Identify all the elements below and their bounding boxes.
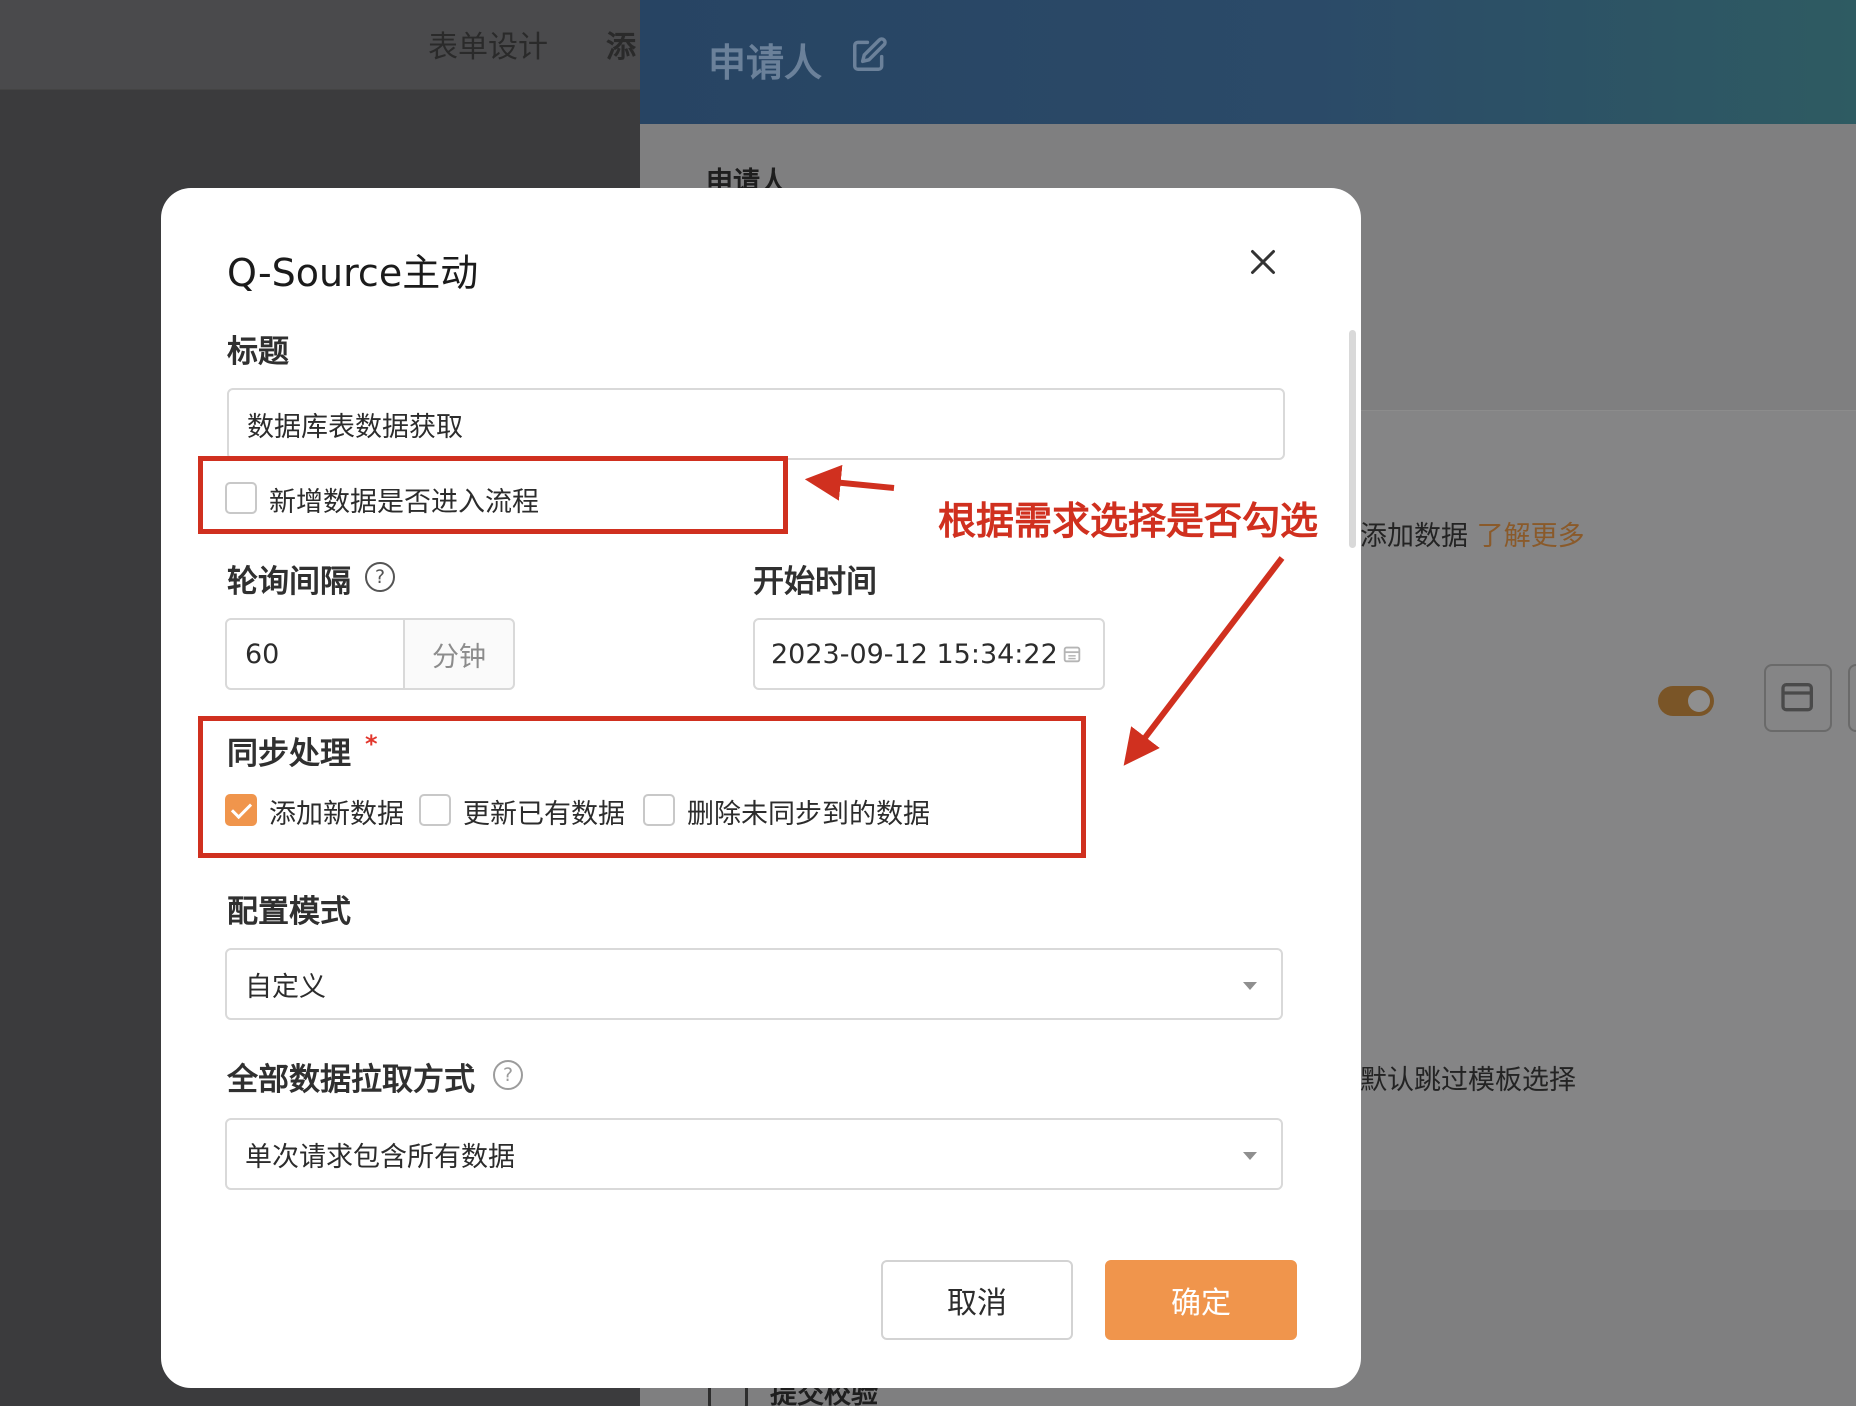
annotation-box-sync xyxy=(198,716,1086,858)
panel-title: 申请人 xyxy=(708,41,823,85)
chevron-down-icon xyxy=(1243,982,1257,990)
cancel-button-label: 取消 xyxy=(947,1286,1007,1321)
fetch-mode-select[interactable]: 单次请求包含所有数据 xyxy=(225,1118,1283,1190)
fetch-mode-label: 全部数据拉取方式 xyxy=(227,1062,475,1098)
poll-unit-label: 分钟 xyxy=(432,641,486,673)
calendar-icon[interactable] xyxy=(1061,643,1083,665)
panel-toggle[interactable] xyxy=(1658,686,1714,716)
panel-template-button[interactable] xyxy=(1764,664,1832,732)
chevron-down-icon xyxy=(1243,1152,1257,1160)
poll-interval-label: 轮询间隔 xyxy=(227,564,351,600)
panel-header: 申请人 xyxy=(640,0,1856,124)
confirm-button-label: 确定 xyxy=(1171,1286,1231,1321)
start-time-label: 开始时间 xyxy=(753,564,877,600)
learn-more-link[interactable]: 了解更多 xyxy=(1477,521,1585,552)
template-icon xyxy=(1781,683,1813,712)
cancel-button[interactable]: 取消 xyxy=(881,1260,1073,1340)
title-input-value: 数据库表数据获取 xyxy=(247,411,463,443)
close-icon[interactable] xyxy=(1245,244,1281,280)
poll-help-icon[interactable]: ? xyxy=(365,562,395,592)
mode-select[interactable]: 自定义 xyxy=(225,948,1283,1020)
confirm-button[interactable]: 确定 xyxy=(1105,1260,1297,1340)
background-topbar: 表单设计 添 xyxy=(0,0,640,90)
dialog-title: Q-Source主动 xyxy=(227,251,479,295)
poll-help-glyph: ? xyxy=(374,566,386,588)
panel-more-button[interactable] xyxy=(1848,664,1856,732)
poll-interval-value: 60 xyxy=(245,638,280,670)
poll-unit-addon: 分钟 xyxy=(403,618,515,690)
panel-add-data-label: 添加数据 xyxy=(1360,521,1468,552)
mode-label: 配置模式 xyxy=(227,894,351,930)
fetch-mode-value: 单次请求包含所有数据 xyxy=(245,1141,515,1173)
fetch-help-icon[interactable]: ? xyxy=(493,1060,523,1090)
panel-skip-template-text: 默认跳过模板选择 xyxy=(1360,1065,1576,1096)
tab-form-design[interactable]: 表单设计 xyxy=(428,22,548,66)
title-input[interactable]: 数据库表数据获取 xyxy=(227,388,1285,460)
title-field-label: 标题 xyxy=(227,334,289,370)
start-time-input[interactable]: 2023-09-12 15:34:22 xyxy=(753,618,1105,690)
mode-select-value: 自定义 xyxy=(245,971,326,1003)
annotation-text: 根据需求选择是否勾选 xyxy=(938,499,1319,543)
tab-add[interactable]: 添 xyxy=(606,22,636,66)
start-time-value: 2023-09-12 15:34:22 xyxy=(771,638,1055,670)
poll-interval-input[interactable]: 60 xyxy=(225,618,405,690)
panel-add-data-text: 添加数据 了解更多 xyxy=(1360,514,1585,553)
annotation-box-enter-flow xyxy=(198,456,788,534)
fetch-help-glyph: ? xyxy=(502,1064,514,1086)
edit-icon[interactable] xyxy=(850,36,888,74)
dialog-scrollbar[interactable] xyxy=(1349,330,1356,548)
